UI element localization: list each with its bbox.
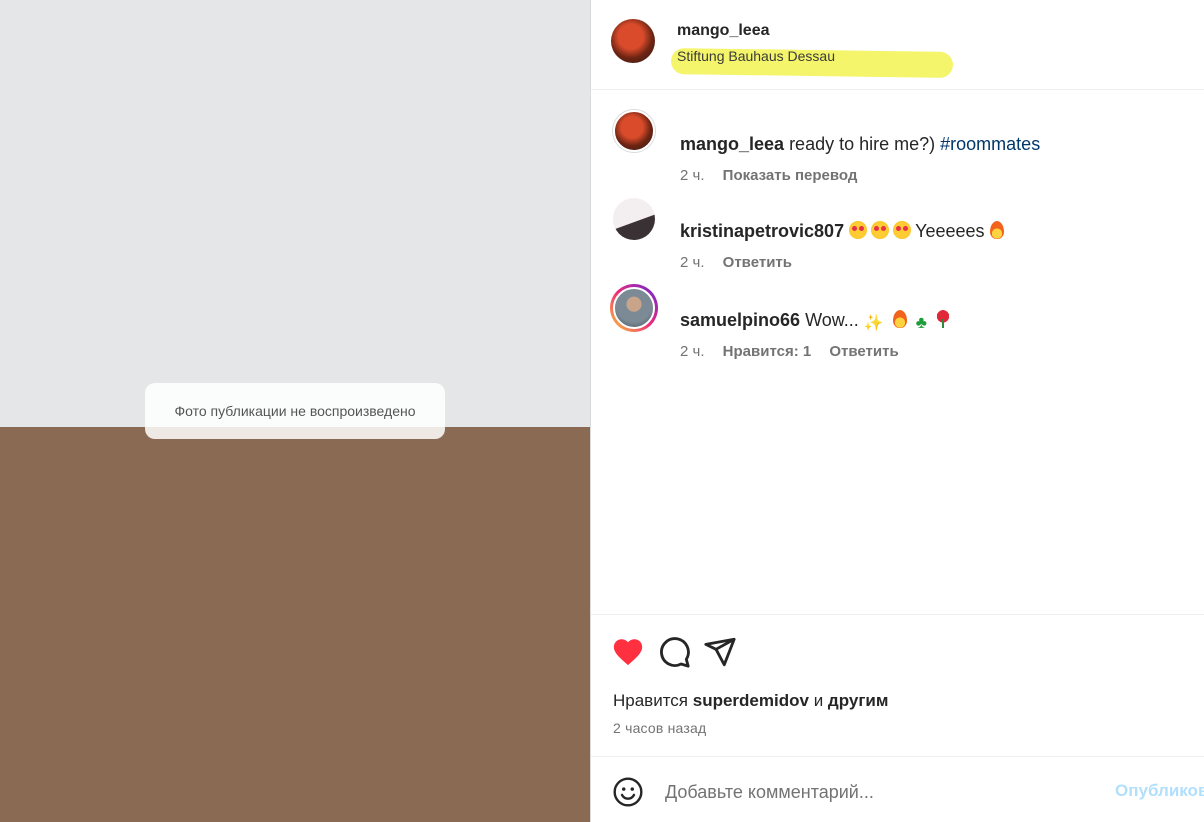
likes-prefix: Нравится [613, 691, 689, 710]
add-comment-bar: Опубликовать [591, 756, 1204, 822]
comment-meta: 2 ч. Показать перевод [680, 167, 871, 184]
post-sidebar: mango_leea Stiftung Bauhaus Dessau mango… [591, 0, 1204, 822]
comment-username[interactable]: kristinapetrovic807 [680, 221, 844, 241]
likes-summary: Нравится superdemidov и другим [613, 691, 888, 711]
comment-username[interactable]: samuelpino66 [680, 310, 800, 330]
comment-text: Wow... [805, 310, 859, 330]
comment-text: ready to hire me?) [789, 134, 936, 154]
post-timestamp[interactable]: 2 часов назад [613, 720, 706, 736]
comment-likes-count[interactable]: Нравится: 1 [723, 343, 812, 360]
comment-time[interactable]: 2 ч. [680, 167, 705, 184]
commenter-avatar[interactable] [613, 287, 655, 329]
show-translation-button[interactable]: Показать перевод [723, 167, 858, 184]
likes-others[interactable]: другим [828, 691, 889, 710]
fire-emoji-icon [989, 221, 1004, 239]
likes-user[interactable]: superdemidov [693, 691, 809, 710]
comments-list: mango_leea ready to hire me?) #roommates… [591, 90, 1204, 614]
smile-icon[interactable] [612, 776, 644, 808]
comment-caption: mango_leea ready to hire me?) #roommates… [591, 110, 1204, 200]
commenter-avatar[interactable] [613, 110, 655, 152]
sparkles-emoji-icon: ✨ [863, 315, 884, 332]
comment-text: Yeeeees [915, 221, 985, 241]
reply-button[interactable]: Ответить [723, 254, 792, 271]
author-avatar[interactable] [611, 19, 655, 63]
comment-meta: 2 ч. Нравится: 1 Ответить [680, 343, 913, 360]
heart-eyes-emoji-icon [871, 221, 890, 239]
post-media: Фото публикации не воспроизведено [0, 0, 591, 822]
comment-item: samuelpino66 Wow... ✨ ♣ 2 ч. Нравится: 1… [591, 284, 1204, 377]
comment-item: kristinapetrovic807 Yeeeees 2 ч. Ответит… [591, 198, 1204, 288]
share-icon[interactable] [703, 635, 737, 669]
comment-body: mango_leea ready to hire me?) #roommates [680, 133, 1194, 155]
comment-time[interactable]: 2 ч. [680, 254, 705, 271]
commenter-avatar[interactable] [613, 198, 655, 240]
heart-eyes-emoji-icon [893, 221, 912, 239]
post-view: Фото публикации не воспроизведено mango_… [0, 0, 1204, 822]
rose-emoji-icon [935, 310, 950, 328]
post-location[interactable]: Stiftung Bauhaus Dessau [677, 48, 835, 64]
media-placeholder-floor [0, 427, 590, 822]
media-placeholder-wall [0, 0, 590, 428]
author-username[interactable]: mango_leea [677, 22, 769, 40]
comment-time[interactable]: 2 ч. [680, 343, 705, 360]
comment-input[interactable] [665, 775, 1095, 809]
comment-username[interactable]: mango_leea [680, 134, 784, 154]
comment-body: kristinapetrovic807 Yeeeees [680, 220, 1194, 242]
hashtag-link[interactable]: #roommates [940, 134, 1040, 154]
fire-emoji-icon [892, 310, 907, 328]
comment-body: samuelpino66 Wow... ✨ ♣ [680, 309, 1194, 335]
comment-meta: 2 ч. Ответить [680, 254, 806, 271]
likes-conj: и [813, 691, 824, 710]
post-actions: Нравится superdemidov и другим 2 часов н… [591, 614, 1204, 756]
heart-icon[interactable] [611, 635, 645, 669]
comment-icon[interactable] [657, 635, 691, 669]
heart-eyes-emoji-icon [849, 221, 868, 239]
publish-button[interactable]: Опубликовать [1115, 781, 1204, 801]
clover-emoji-icon: ♣ [915, 313, 927, 332]
reply-button[interactable]: Ответить [829, 343, 898, 360]
media-notice: Фото публикации не воспроизведено [145, 383, 445, 439]
post-header: mango_leea Stiftung Bauhaus Dessau [591, 0, 1204, 90]
